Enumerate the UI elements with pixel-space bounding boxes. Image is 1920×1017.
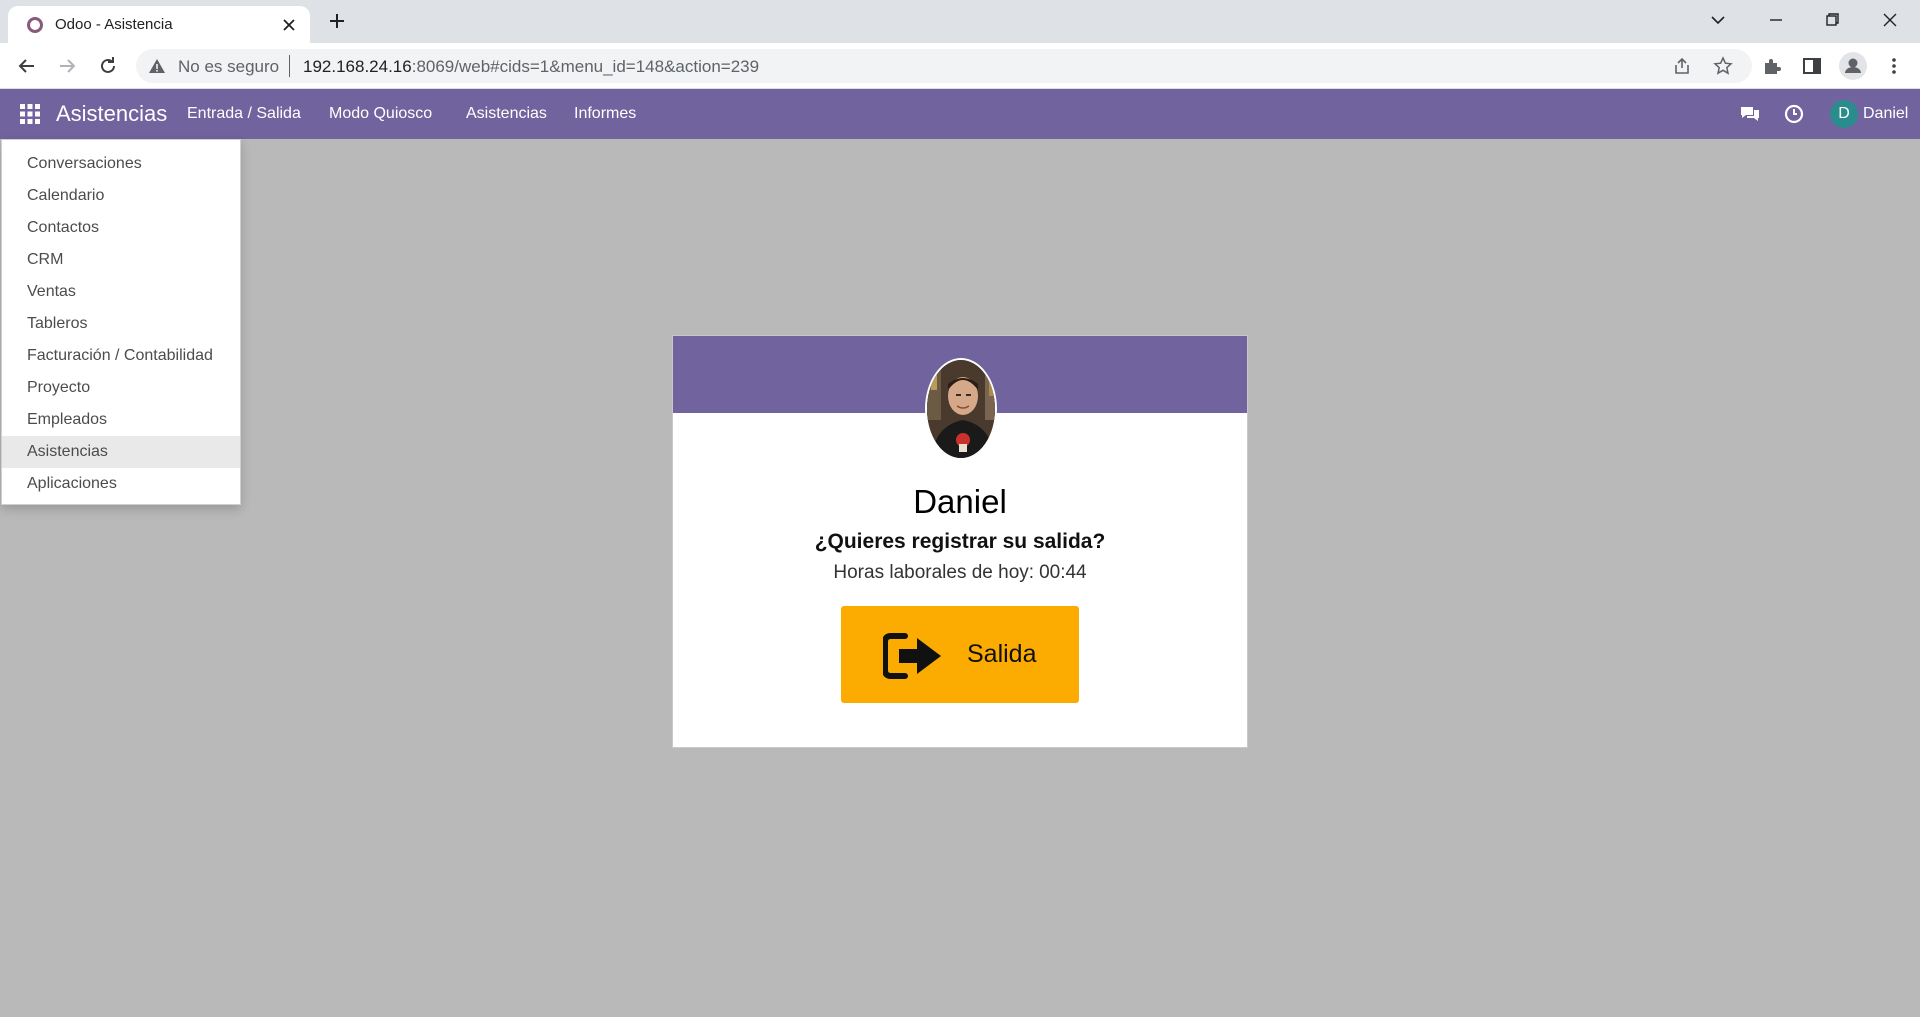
apps-item-calendario[interactable]: Calendario — [2, 180, 240, 212]
minimize-icon[interactable] — [1764, 8, 1788, 32]
apps-item-crm[interactable]: CRM — [2, 244, 240, 276]
forward-arrow-icon[interactable] — [55, 54, 79, 78]
url-host: 192.168.24.16 — [303, 57, 412, 76]
apps-item-ventas[interactable]: Ventas — [2, 276, 240, 308]
tab-search-icon[interactable] — [1706, 8, 1730, 32]
browser-menu-icon[interactable] — [1882, 54, 1906, 78]
close-tab-icon[interactable] — [280, 16, 298, 34]
apps-dropdown-menu: Conversaciones Calendario Contactos CRM … — [1, 139, 241, 505]
side-panel-icon[interactable] — [1800, 54, 1824, 78]
menu-modo-quiosco[interactable]: Modo Quiosco — [329, 105, 432, 123]
apps-item-facturacion[interactable]: Facturación / Contabilidad — [2, 340, 240, 372]
close-window-icon[interactable] — [1878, 8, 1902, 32]
worked-hours-value: 00:44 — [1039, 562, 1087, 583]
apps-item-contactos[interactable]: Contactos — [2, 212, 240, 244]
apps-grid-icon[interactable] — [20, 104, 40, 124]
odoo-navbar: Asistencias Entrada / Salida Modo Quiosc… — [0, 89, 1920, 139]
url-path: :8069/web#cids=1&menu_id=148&action=239 — [411, 57, 760, 76]
back-arrow-icon[interactable] — [15, 54, 39, 78]
employee-photo — [925, 358, 997, 460]
apps-item-empleados[interactable]: Empleados — [2, 404, 240, 436]
browser-tab[interactable]: Odoo - Asistencia — [8, 6, 310, 43]
apps-item-asistencias[interactable]: Asistencias — [2, 436, 240, 468]
checkout-question: ¿Quieres registrar su salida? — [814, 530, 1106, 553]
profile-icon[interactable] — [1838, 51, 1868, 81]
menu-entrada-salida[interactable]: Entrada / Salida — [187, 105, 301, 123]
app-brand[interactable]: Asistencias — [56, 101, 167, 127]
apps-item-tableros[interactable]: Tableros — [2, 308, 240, 340]
activity-clock-icon[interactable] — [1782, 102, 1806, 126]
url-text[interactable]: 192.168.24.16:8069/web#cids=1&menu_id=14… — [303, 57, 759, 77]
browser-tab-strip: Odoo - Asistencia — [0, 0, 1920, 43]
restore-icon[interactable] — [1820, 8, 1844, 32]
menu-informes[interactable]: Informes — [574, 105, 636, 123]
odoo-favicon-icon — [26, 16, 44, 34]
new-tab-icon[interactable] — [326, 10, 348, 32]
worked-hours-label: Horas laborales de hoy: — [833, 562, 1035, 583]
apps-item-aplicaciones[interactable]: Aplicaciones — [2, 468, 240, 500]
apps-item-conversaciones[interactable]: Conversaciones — [2, 148, 240, 180]
attendance-card: Daniel ¿Quieres registrar su salida? Hor… — [672, 335, 1248, 748]
checkout-button[interactable]: Salida — [841, 606, 1079, 703]
bookmark-star-icon[interactable] — [1713, 56, 1733, 76]
extensions-puzzle-icon[interactable] — [1760, 54, 1784, 78]
checkout-label: Salida — [967, 640, 1037, 668]
browser-toolbar: No es seguro 192.168.24.16:8069/web#cids… — [0, 43, 1920, 89]
warning-icon[interactable] — [148, 57, 166, 75]
menu-asistencias[interactable]: Asistencias — [466, 105, 547, 123]
user-avatar[interactable]: D — [1830, 100, 1858, 128]
share-icon[interactable] — [1672, 56, 1692, 76]
security-label[interactable]: No es seguro — [178, 57, 279, 77]
employee-name: Daniel — [913, 483, 1007, 520]
tab-title: Odoo - Asistencia — [55, 16, 173, 33]
address-bar[interactable]: No es seguro 192.168.24.16:8069/web#cids… — [136, 49, 1752, 83]
apps-item-proyecto[interactable]: Proyecto — [2, 372, 240, 404]
user-name[interactable]: Daniel — [1863, 105, 1908, 123]
reload-icon[interactable] — [96, 54, 120, 78]
address-divider — [289, 55, 290, 77]
sign-out-icon — [883, 632, 943, 680]
chat-icon[interactable] — [1738, 102, 1762, 126]
worked-hours: Horas laborales de hoy: 00:44 — [673, 562, 1247, 584]
